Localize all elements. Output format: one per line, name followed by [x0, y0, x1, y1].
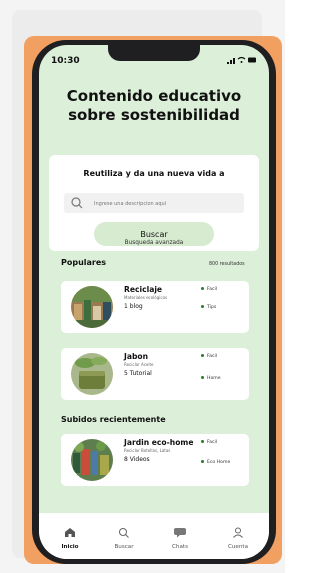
item-image-soap — [71, 353, 113, 395]
search-card: Reutiliza y da una nueva vida a Buscar — [49, 155, 259, 251]
popular-item-card[interactable]: Jabon Reciclar Aceite 5 Tutorial Facil H… — [61, 348, 249, 400]
item-tag: Facil — [201, 287, 217, 292]
item-subtitle: Reciclar Botellas, Latas — [124, 448, 171, 453]
search-input[interactable] — [92, 196, 241, 212]
nav-item-inicio[interactable]: Inicio — [47, 523, 93, 550]
nav-item-cuenta[interactable]: Cuenta — [215, 523, 261, 550]
phone-notch — [108, 45, 200, 61]
bottom-nav: Inicio Buscar Chats Cuenta — [39, 513, 269, 559]
item-tag: Eco Home — [201, 460, 230, 465]
page-title: Contenido educativo sobre sostenibilidad — [66, 87, 242, 124]
item-count: 1 blog — [124, 303, 143, 310]
results-count: 800 resultados — [209, 262, 245, 267]
section-recent: Subidos recientemente — [61, 415, 166, 424]
user-icon — [233, 527, 243, 538]
chat-icon — [174, 528, 186, 538]
search-icon — [119, 528, 129, 538]
nav-item-chats[interactable]: Chats — [157, 523, 203, 550]
status-time: 10:30 — [51, 56, 80, 66]
search-prompt: Reutiliza y da una nueva vida a — [83, 169, 225, 178]
item-title: Jabon — [124, 352, 149, 361]
item-title: Jardin eco-home — [124, 438, 194, 447]
item-image-garden — [71, 439, 113, 481]
item-tag: Home — [201, 376, 221, 381]
status-icons — [227, 56, 257, 66]
popular-item-card[interactable]: Reciclaje Materiales ecológicos 1 blog F… — [61, 281, 249, 333]
section-popular: Populares — [61, 258, 107, 267]
home-icon — [65, 528, 75, 537]
item-tag: Tips — [201, 305, 216, 310]
item-subtitle: Materiales ecológicos — [124, 295, 168, 300]
item-tag: Facil — [201, 440, 217, 445]
nav-item-buscar[interactable]: Buscar — [101, 523, 147, 550]
recent-item-card[interactable]: Jardin eco-home Reciclar Botellas, Latas… — [61, 434, 249, 486]
advanced-search-link[interactable]: Busqueda avanzada — [39, 240, 269, 246]
status-signal-wifi-battery-icon — [227, 56, 256, 64]
item-tag: Facil — [201, 354, 217, 359]
item-title: Reciclaje — [124, 285, 163, 294]
item-count: 5 Tutorial — [124, 370, 152, 377]
item-subtitle: Reciclar Aceite — [124, 362, 154, 367]
phone-screen: 10:30 Contenido educativo sobre sostenib… — [39, 45, 269, 559]
search-icon — [71, 197, 83, 209]
item-image-recycling — [71, 286, 113, 328]
search-field[interactable] — [64, 193, 244, 213]
item-count: 8 Videos — [124, 456, 150, 463]
